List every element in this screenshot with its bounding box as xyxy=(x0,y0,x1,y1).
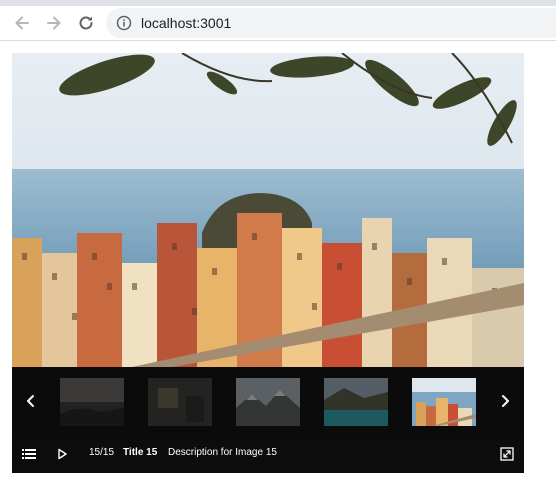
reload-button[interactable] xyxy=(73,10,99,36)
image-title: Title 15 xyxy=(123,447,158,458)
reload-icon xyxy=(79,16,93,30)
fullscreen-button[interactable] xyxy=(498,445,516,463)
play-icon xyxy=(58,448,67,460)
prev-button[interactable] xyxy=(17,387,45,415)
thumbnail-5-active[interactable] xyxy=(412,378,476,426)
next-arrow-icon xyxy=(502,395,509,407)
image-counter: 15/15 xyxy=(89,447,115,458)
url-text: localhost:3001 xyxy=(141,15,232,31)
image-gallery: 15/15 Title 15 Description for Image 15 xyxy=(12,53,524,473)
back-button[interactable] xyxy=(9,10,35,36)
main-image[interactable] xyxy=(12,53,524,367)
browser-toolbar: localhost:3001 xyxy=(0,6,556,41)
thumbnail-1[interactable] xyxy=(60,378,124,426)
thumbnail-2[interactable] xyxy=(148,378,212,426)
info-icon[interactable] xyxy=(116,15,132,31)
address-bar[interactable]: localhost:3001 xyxy=(106,8,556,38)
list-icon xyxy=(22,449,36,459)
gallery-toolbar: 15/15 Title 15 Description for Image 15 xyxy=(12,435,524,473)
back-arrow-icon xyxy=(15,16,29,30)
thumbnail-3[interactable] xyxy=(236,378,300,426)
fullscreen-icon xyxy=(500,447,514,461)
forward-button[interactable] xyxy=(41,10,67,36)
thumbnail-strip xyxy=(12,367,524,435)
forward-arrow-icon xyxy=(47,16,61,30)
play-button[interactable] xyxy=(53,445,71,463)
thumbnail-4[interactable] xyxy=(324,378,388,426)
next-button[interactable] xyxy=(491,387,519,415)
prev-arrow-icon xyxy=(27,395,34,407)
thumbnails-toggle-button[interactable] xyxy=(20,445,38,463)
image-description: Description for Image 15 xyxy=(168,447,277,458)
